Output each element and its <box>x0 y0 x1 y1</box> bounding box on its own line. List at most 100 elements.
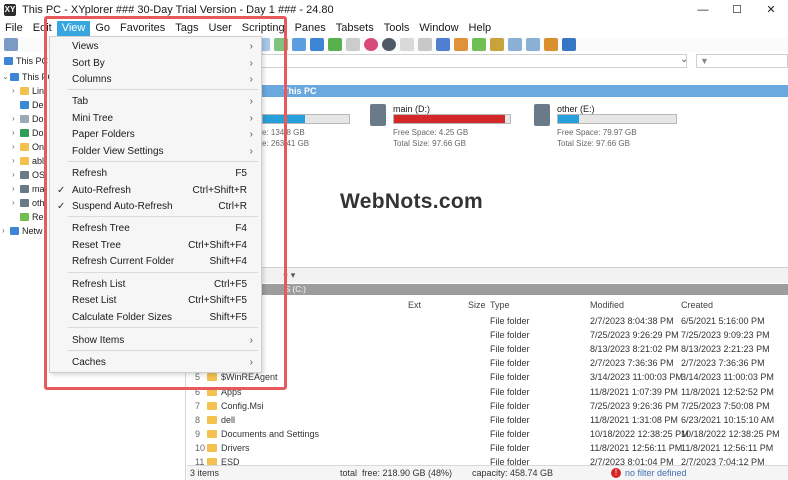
list-item[interactable]: 10 Drivers File folder 11/8/2021 12:56:11 P… <box>187 441 788 455</box>
drive-usage-fill <box>394 115 505 123</box>
tree-item[interactable]: Re <box>12 210 44 224</box>
file-name: Drivers <box>221 442 250 453</box>
tree-item-label: Do <box>32 128 44 138</box>
window-title: This PC - XYplorer ### 30-Day Trial Vers… <box>22 4 334 16</box>
file-type: File folder <box>490 414 530 425</box>
horizontal-split-icon[interactable] <box>526 38 540 51</box>
tree-item[interactable]: De <box>12 98 44 112</box>
tree-header[interactable]: This PC <box>4 54 48 68</box>
folder-icon <box>207 415 217 424</box>
folder-icon <box>207 443 217 452</box>
folder-icon <box>20 87 29 95</box>
grid-icon[interactable] <box>346 38 360 51</box>
menu-tabsets[interactable]: Tabsets <box>331 21 379 36</box>
warning-icon: ! <box>611 468 621 478</box>
tree-item-label: Re <box>32 212 44 222</box>
file-type: File folder <box>490 428 530 439</box>
palette-icon[interactable] <box>454 38 468 51</box>
chevron-down-icon[interactable]: ⌄ <box>680 54 688 65</box>
file-name: Documents and Settings <box>221 428 320 439</box>
recycle-bin-icon <box>20 213 29 221</box>
menu-window[interactable]: Window <box>414 21 463 36</box>
filter-icon[interactable] <box>310 38 324 51</box>
tree-item-label: De <box>32 100 44 110</box>
layout-icon[interactable] <box>418 38 432 51</box>
tree-item[interactable]: › abl <box>12 154 44 168</box>
globe-icon[interactable] <box>436 38 450 51</box>
status-item-count: 3 items <box>190 468 220 478</box>
drive-icon <box>20 185 29 193</box>
brush-icon[interactable] <box>490 38 504 51</box>
shapes-icon[interactable] <box>472 38 486 51</box>
column-header-type[interactable]: Type <box>490 300 510 310</box>
list-item[interactable]: 8 dell File folder 11/8/2021 1:31:08 PM 6/23… <box>187 413 788 427</box>
chevron-right-icon[interactable]: › <box>12 84 20 98</box>
status-free: free: 218.90 GB (48%) <box>362 468 453 478</box>
status-total: total <box>340 468 358 478</box>
row-number: 9 <box>195 428 201 439</box>
chevron-right-icon[interactable]: › <box>12 168 20 182</box>
maximize-button[interactable]: ☐ <box>720 0 754 20</box>
file-created: 7/25/2023 9:09:23 PM <box>681 330 770 341</box>
column-header-modified[interactable]: Modified <box>590 300 624 310</box>
filter-input[interactable]: ▼ <box>696 54 788 68</box>
tree-item[interactable]: › On <box>12 140 44 154</box>
menu-file[interactable]: File <box>0 21 28 36</box>
list-item[interactable]: 9 Documents and Settings File folder 10/18/… <box>187 427 788 441</box>
stop-icon[interactable] <box>544 38 558 51</box>
download-icon <box>20 129 29 137</box>
column-header-ext[interactable]: Ext <box>408 300 421 310</box>
chevron-right-icon[interactable]: › <box>2 224 10 238</box>
green-filter-icon[interactable] <box>328 38 342 51</box>
chevron-right-icon[interactable]: › <box>12 154 20 168</box>
drive-total-size: Total Size: 97.66 GB <box>393 139 466 148</box>
tiles-icon[interactable] <box>400 38 414 51</box>
chevron-right-icon[interactable]: › <box>12 112 20 126</box>
menu-help[interactable]: Help <box>464 21 497 36</box>
drive-free-space: Free Space: 79.97 GB <box>557 128 637 137</box>
list-item[interactable]: 7 Config.Msi File folder 7/25/2023 9:26:36 … <box>187 399 788 413</box>
target-icon[interactable] <box>364 38 378 51</box>
tree-item-label: ma <box>32 184 45 194</box>
drive-name: main (D:) <box>393 104 431 114</box>
file-name: dell <box>221 414 236 425</box>
status-filter[interactable]: no filter defined <box>625 466 687 480</box>
tree-item-network[interactable]: › Netw <box>2 224 43 238</box>
file-modified: 11/8/2021 1:31:08 PM <box>590 414 678 425</box>
tree-item[interactable]: › ma <box>12 182 45 196</box>
minimize-button[interactable]: — <box>686 0 720 20</box>
search-icon[interactable] <box>292 38 306 51</box>
tree-item[interactable]: › Do <box>12 126 44 140</box>
chevron-right-icon[interactable]: › <box>12 196 20 210</box>
drive-icon <box>370 104 386 126</box>
chevron-right-icon[interactable]: › <box>12 182 20 196</box>
close-button[interactable]: ✕ <box>754 0 788 20</box>
chevron-down-icon[interactable]: ⌄ <box>2 70 10 84</box>
back-arrow-icon[interactable] <box>4 38 18 51</box>
file-created: 6/23/2021 10:15:10 AM <box>681 414 775 425</box>
vertical-split-icon[interactable] <box>508 38 522 51</box>
computer-icon <box>10 73 19 81</box>
tools-icon[interactable] <box>562 38 576 51</box>
menu-panes[interactable]: Panes <box>290 21 331 36</box>
disc-icon[interactable] <box>382 38 396 51</box>
column-header-size[interactable]: Size <box>468 300 486 310</box>
file-modified: 2/7/2023 7:36:36 PM <box>590 358 674 369</box>
tree-item[interactable]: › Lin <box>12 84 44 98</box>
folder-icon <box>207 401 217 410</box>
file-modified: 7/25/2023 9:26:36 PM <box>590 400 679 411</box>
chevron-right-icon[interactable]: › <box>12 126 20 140</box>
tree-item-label: On <box>32 142 45 152</box>
tree-item[interactable]: › OS <box>12 168 45 182</box>
tree-item[interactable]: › Do <box>12 112 44 126</box>
drive-icon <box>20 199 29 207</box>
filter-icon: ▼ <box>700 56 709 66</box>
menu-tools[interactable]: Tools <box>379 21 415 36</box>
column-header-created[interactable]: Created <box>681 300 713 310</box>
tree-item[interactable]: › oth <box>12 196 45 210</box>
chevron-right-icon[interactable]: › <box>12 140 20 154</box>
file-type: File folder <box>490 442 530 453</box>
drive-usage-bar <box>557 114 677 124</box>
tree-item-label: Lin <box>32 86 45 96</box>
window-controls: — ☐ ✕ <box>686 0 788 20</box>
